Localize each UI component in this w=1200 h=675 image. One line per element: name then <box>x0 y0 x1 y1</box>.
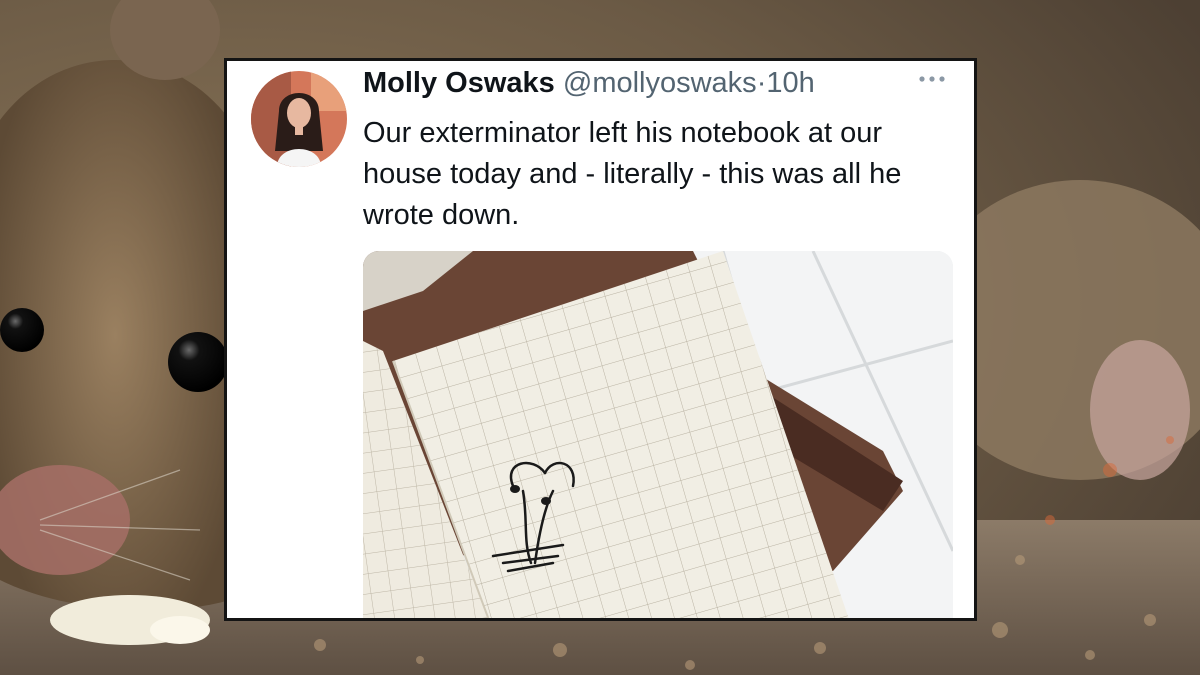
tweet-text: Our exterminator left his notebook at ou… <box>363 117 902 231</box>
display-name[interactable]: Molly Oswaks <box>363 67 555 99</box>
user-handle[interactable]: @mollyoswaks <box>563 67 757 99</box>
avatar-image <box>251 71 347 167</box>
more-options-button[interactable] <box>917 69 951 89</box>
timestamp[interactable]: 10h <box>766 67 814 99</box>
tweet-card[interactable]: Molly Oswaks @mollyoswaks·10h Our exterm… <box>224 58 977 621</box>
more-dots-icon <box>919 76 945 82</box>
tweet-media-photo[interactable] <box>363 251 953 618</box>
avatar[interactable] <box>251 71 347 167</box>
tweet-header: Molly Oswaks @mollyoswaks·10h <box>363 67 815 100</box>
notebook-photo <box>363 251 953 618</box>
separator-dot: · <box>756 67 767 99</box>
